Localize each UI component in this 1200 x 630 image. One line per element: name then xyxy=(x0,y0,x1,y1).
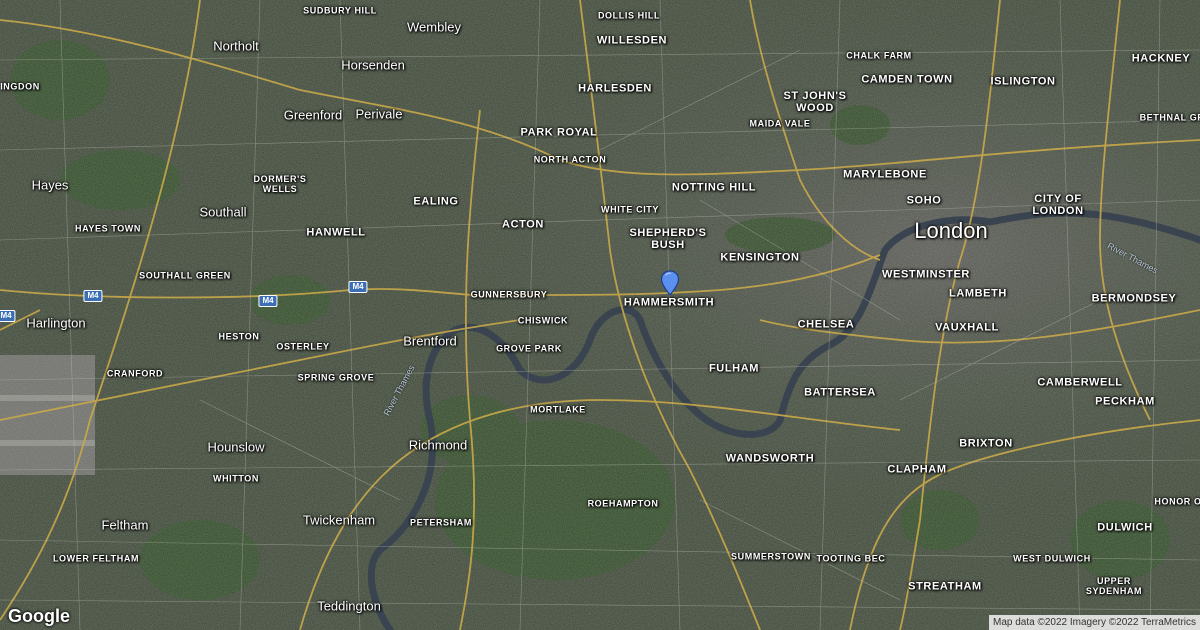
place-label: MARYLEBONE xyxy=(843,168,927,181)
place-label: PARK ROYAL xyxy=(520,126,598,139)
place-label: HONOR O xyxy=(1154,496,1200,507)
motorway-shield: M4 xyxy=(0,310,16,322)
place-label: HAYES TOWN xyxy=(74,223,142,234)
place-label: WHITE CITY xyxy=(601,204,659,215)
place-label: NORTH ACTON xyxy=(533,154,607,165)
place-label: HAMMERSMITH xyxy=(623,296,715,309)
google-logo[interactable]: Google xyxy=(8,606,70,627)
place-label: Wembley xyxy=(407,19,461,35)
place-label: ROEHAMPTON xyxy=(587,498,659,509)
place-label: HANWELL xyxy=(306,226,366,239)
place-label: EALING xyxy=(413,195,459,208)
place-label: BETHNAL GR xyxy=(1139,112,1200,123)
map-attribution[interactable]: Map data ©2022 Imagery ©2022 TerraMetric… xyxy=(989,615,1200,630)
satellite-map[interactable]: SUDBURY HILL Wembley DOLLIS HILL WILLESD… xyxy=(0,0,1200,630)
place-label: PETERSHAM xyxy=(410,517,472,528)
place-label: LOWER FELTHAM xyxy=(52,553,140,564)
place-label: CHELSEA xyxy=(797,318,855,331)
place-label: Southall xyxy=(199,204,247,220)
place-label: Teddington xyxy=(317,598,381,614)
place-label: ISLINGTON xyxy=(990,75,1056,88)
place-label: DOLLIS HILL xyxy=(597,10,661,21)
place-label: NOTTING HILL xyxy=(671,181,757,194)
place-label: Feltham xyxy=(101,517,149,533)
place-label: CAMBERWELL xyxy=(1037,376,1123,389)
place-label: ACTON xyxy=(502,218,544,231)
place-label: Richmond xyxy=(408,437,468,453)
place-label: GROVE PARK xyxy=(496,343,562,354)
place-label: SUMMERSTOWN xyxy=(731,551,811,562)
place-label: INGDON xyxy=(0,81,40,92)
place-label: BERMONDSEY xyxy=(1091,292,1177,305)
place-label: STREATHAM xyxy=(908,580,982,593)
place-label: MORTLAKE xyxy=(530,404,586,415)
place-label: Harlington xyxy=(26,315,86,331)
place-label: Northolt xyxy=(213,38,259,54)
place-label: LAMBETH xyxy=(949,287,1007,300)
motorway-shield: M4 xyxy=(348,281,368,293)
place-label: VAUXHALL xyxy=(935,321,999,334)
place-label: MAIDA VALE xyxy=(749,118,811,129)
place-label: GUNNERSBURY xyxy=(470,289,548,300)
place-label: CLAPHAM xyxy=(887,463,947,476)
place-label: WHITTON xyxy=(212,473,260,484)
place-label: Horsenden xyxy=(341,57,405,73)
place-label: SUDBURY HILL xyxy=(303,5,377,16)
place-label: KENSINGTON xyxy=(720,251,800,264)
place-label: PECKHAM xyxy=(1095,395,1155,408)
place-label: WANDSWORTH xyxy=(725,452,815,465)
motorway-shield: M4 xyxy=(258,295,278,307)
place-label: Hayes xyxy=(31,177,69,193)
place-label: CHALK FARM xyxy=(846,50,912,61)
place-label: Hounslow xyxy=(207,439,265,455)
place-label: SHEPHERD'S BUSH xyxy=(629,226,707,251)
place-label: CRANFORD xyxy=(106,368,164,379)
place-label: SOUTHALL GREEN xyxy=(139,270,231,281)
place-label: UPPER SYDENHAM xyxy=(1085,576,1143,596)
place-label: TOOTING BEC xyxy=(816,553,886,564)
place-label: HARLESDEN xyxy=(578,82,652,95)
place-label: CITY OF LONDON xyxy=(1032,192,1084,217)
place-label-city: London xyxy=(914,218,988,243)
place-label: BRIXTON xyxy=(959,437,1013,450)
place-label: BATTERSEA xyxy=(804,386,876,399)
place-label: DORMER'S WELLS xyxy=(253,174,307,194)
place-label: DULWICH xyxy=(1097,521,1153,534)
location-pin-icon[interactable] xyxy=(660,270,680,296)
place-label: FULHAM xyxy=(708,362,760,375)
place-label: HACKNEY xyxy=(1131,52,1191,65)
place-label: ST JOHN'S WOOD xyxy=(783,89,847,114)
place-label: HESTON xyxy=(218,331,260,342)
place-label: WILLESDEN xyxy=(596,34,668,47)
place-label: OSTERLEY xyxy=(276,341,330,352)
place-label: CHISWICK xyxy=(517,315,569,326)
place-label: CAMDEN TOWN xyxy=(861,73,953,86)
place-label: Brentford xyxy=(403,333,457,349)
place-label: Twickenham xyxy=(302,512,376,528)
place-label: Greenford xyxy=(283,107,343,123)
place-label: WEST DULWICH xyxy=(1013,553,1091,564)
motorway-shield: M4 xyxy=(83,290,103,302)
place-label: SPRING GROVE xyxy=(297,372,375,383)
map-imagery xyxy=(0,0,1200,630)
place-label: SOHO xyxy=(906,194,942,207)
place-label: WESTMINSTER xyxy=(882,268,970,281)
place-label: Perivale xyxy=(355,106,403,122)
